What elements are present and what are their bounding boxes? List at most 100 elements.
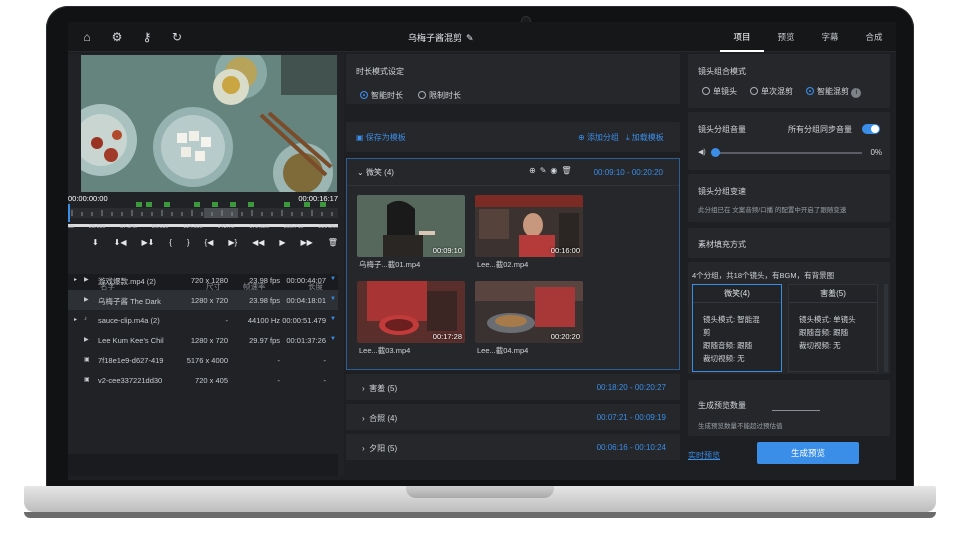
tab-preview[interactable]: 预览 (764, 22, 808, 52)
clip-name-4: Lee...截04.mp4 (477, 346, 529, 355)
volume-slider[interactable] (712, 152, 862, 154)
volume-section: 镜头分组音量 所有分组同步音量 ◀) 0% (688, 112, 890, 170)
volume-knob[interactable] (711, 148, 720, 157)
clip-thumb-2[interactable]: 00:16:00 (475, 195, 583, 257)
add-group-button[interactable]: ⊕ 添加分组 (578, 132, 619, 143)
tab-project[interactable]: 项目 (720, 22, 764, 52)
rewind-icon[interactable]: ◀◀ (252, 238, 264, 252)
card-scrollbar[interactable] (884, 284, 888, 372)
radio-single-shot[interactable]: 单镜头 (702, 86, 737, 97)
file-fps: 29.97 fps (249, 336, 280, 345)
group-card-smile[interactable]: 微笑(4) 镜头模式: 智能混剪跟随音频: 跟随 裁切视频: 无 (692, 284, 782, 372)
radio-smart-mix[interactable]: 智能混剪 i (806, 86, 862, 98)
add-icon[interactable]: ⊕ (529, 166, 540, 175)
group-card-shy[interactable]: 害羞(5) 镜头模式: 单镜头 跟随音频: 跟随 裁切视频: 无 (788, 284, 878, 372)
play-icon[interactable]: ▶ (279, 238, 285, 252)
trash-icon[interactable]: 🗑 (328, 238, 338, 252)
load-template-button[interactable]: ⤓ 加载模板 (626, 132, 664, 143)
clip-name-2: Lee...截02.mp4 (477, 260, 529, 269)
file-row[interactable]: ▶ Lee Kum Kee's Chil 1280 x 720 29.97 fps 00… (68, 330, 338, 350)
main-tabs: 项目 预览 字幕 合成 (720, 22, 896, 52)
file-duration: - (323, 356, 327, 365)
expand-icon[interactable]: ▸ (74, 316, 77, 323)
home-icon[interactable]: ⌂ (80, 30, 94, 44)
file-size: - (225, 316, 229, 325)
file-row[interactable]: ▸ ♪ sauce-clip.m4a (2) - 44100 Hz 00:00:51.47… (68, 310, 338, 330)
video-icon: ▶ (84, 297, 89, 303)
file-row[interactable]: ▣ v2-cee337221dd30 720 x 405 - - (68, 370, 338, 390)
file-fps: 23.98 fps (249, 296, 280, 305)
mark-in-icon[interactable]: ⬇ (92, 238, 99, 252)
laptop-base (24, 486, 936, 518)
top-bar: ⌂ ⚙ ⚷ ↻ 乌梅子酱混剪 ✎ 项目 预览 字幕 合成 (68, 22, 896, 52)
image-icon: ▣ (84, 377, 90, 383)
template-bar: ▣ 保存为模板 ⊕ 添加分组 ⤓ 加载模板 (346, 122, 680, 152)
file-name: 乌梅子酱 The Dark (98, 297, 161, 306)
clip-name-1: 乌梅子...截01.mp4 (359, 260, 421, 269)
preview-count-input[interactable] (772, 410, 820, 411)
save-template-button[interactable]: ▣ 保存为模板 (356, 132, 406, 143)
file-name: sauce-clip.m4a (2) (98, 316, 160, 325)
group-expanded: ⌄ 微笑 (4) ⊕✎◉🗑 00:09:10 - 00:20:20 00:09:… (346, 158, 680, 370)
file-row[interactable]: ▶ 乌梅子酱 The Dark 1280 x 720 23.98 fps 00:04:1… (68, 290, 338, 310)
key-icon[interactable]: ⚷ (140, 30, 154, 44)
radio-smart-duration[interactable]: 智能时长 (360, 90, 403, 101)
filter-icon[interactable]: ▼ (330, 296, 336, 302)
edit-icon[interactable]: ✎ (466, 33, 474, 43)
file-size: 1280 x 720 (190, 336, 228, 345)
video-preview[interactable] (81, 55, 337, 192)
file-name: v2-cee337221dd30 (98, 376, 163, 385)
clip-thumb-1[interactable]: 00:09:10 (357, 195, 465, 257)
file-name: 7f18e1e9-d627-419 (98, 356, 164, 365)
jump-in-icon[interactable]: {◀ (205, 238, 214, 252)
project-title: 乌梅子酱混剪 ✎ (408, 33, 474, 43)
media-panel: 00:00:00:00 00:00:16:17 0s 28.69s 57.34s 86… (68, 54, 344, 476)
filter-icon[interactable]: ▼ (330, 336, 336, 342)
file-row[interactable]: ▣ 7f18e1e9-d627-419 5176 x 4000 - - (68, 350, 338, 370)
radio-limit-duration[interactable]: 限制时长 (418, 90, 461, 101)
fast-forward-icon[interactable]: ▶▶ (300, 238, 312, 252)
image-icon: ▣ (84, 357, 90, 363)
filter-icon[interactable]: ▼ (330, 316, 336, 322)
gear-icon[interactable]: ⚙ (110, 30, 124, 44)
eye-icon[interactable]: ◉ (550, 166, 561, 175)
timeline-ruler[interactable]: 00:00:00:00 00:00:16:17 0s 28.69s 57.34s 86… (68, 194, 338, 230)
clip-thumb-4[interactable]: 00:20:20 (475, 281, 583, 343)
video-icon: ▶ (84, 277, 89, 283)
tab-subtitle[interactable]: 字幕 (808, 22, 852, 52)
filter-icon[interactable]: ▼ (330, 276, 336, 282)
edit-icon[interactable]: ✎ (540, 166, 551, 175)
generate-preview-button[interactable]: 生成预览 (757, 442, 859, 464)
brace-close-icon[interactable]: } (187, 238, 190, 252)
jump-out-icon[interactable]: ▶} (228, 238, 237, 252)
trash-icon[interactable]: 🗑 (561, 166, 575, 175)
clip-thumb-3[interactable]: 00:17:28 (357, 281, 465, 343)
group-summary: 4个分组，共18个镜头，有BGM，有背景图 微笑(4) 镜头模式: 智能混剪跟随… (688, 262, 890, 374)
brace-open-icon[interactable]: { (169, 238, 172, 252)
mark-out-left-icon[interactable]: ⬇◀ (114, 238, 127, 252)
file-size: 1280 x 720 (190, 296, 228, 305)
group-row-photo[interactable]: › 合照 (4) 00:07:21 - 00:09:19 (346, 404, 680, 430)
audio-icon: ♪ (84, 316, 87, 322)
file-duration: - (323, 376, 327, 385)
realtime-preview-link[interactable]: 实时预览 (688, 450, 720, 461)
file-name: 游戏爆款.mp4 (2) (98, 277, 156, 286)
group-row-shy[interactable]: › 害羞 (5) 00:18:20 - 00:20:27 (346, 374, 680, 400)
radio-single-mix[interactable]: 单次混剪 (750, 86, 793, 97)
clip-name-3: Lee...截03.mp4 (359, 346, 411, 355)
sync-volume-toggle[interactable] (862, 124, 880, 134)
expand-icon[interactable]: ▸ (74, 276, 77, 283)
info-icon[interactable]: i (851, 88, 862, 98)
playback-controls: ⬇ ⬇◀ ▶⬇ { } {◀ ▶} ◀◀ ▶ ▶▶ 🗑 (92, 238, 338, 252)
sync-icon[interactable]: ↻ (170, 30, 184, 44)
file-duration: 00:04:18:01 (286, 296, 326, 305)
group-row-sunset[interactable]: › 夕阳 (5) 00:06:16 - 00:10:24 (346, 434, 680, 460)
fill-section[interactable]: 素材填充方式 (688, 228, 890, 258)
file-fps: 44100 Hz (247, 316, 280, 325)
file-fps: - (277, 356, 281, 365)
file-row[interactable]: ▸ ▶ 游戏爆款.mp4 (2) 720 x 1280 23.98 fps 00:00:4… (68, 270, 338, 290)
generate-section: 生成预览数量 生成预览数量不能超过预估值 (688, 380, 890, 436)
group-name[interactable]: ⌄ 微笑 (4) (357, 167, 394, 178)
mark-out-right-icon[interactable]: ▶⬇ (141, 238, 154, 252)
tab-compose[interactable]: 合成 (852, 22, 896, 52)
